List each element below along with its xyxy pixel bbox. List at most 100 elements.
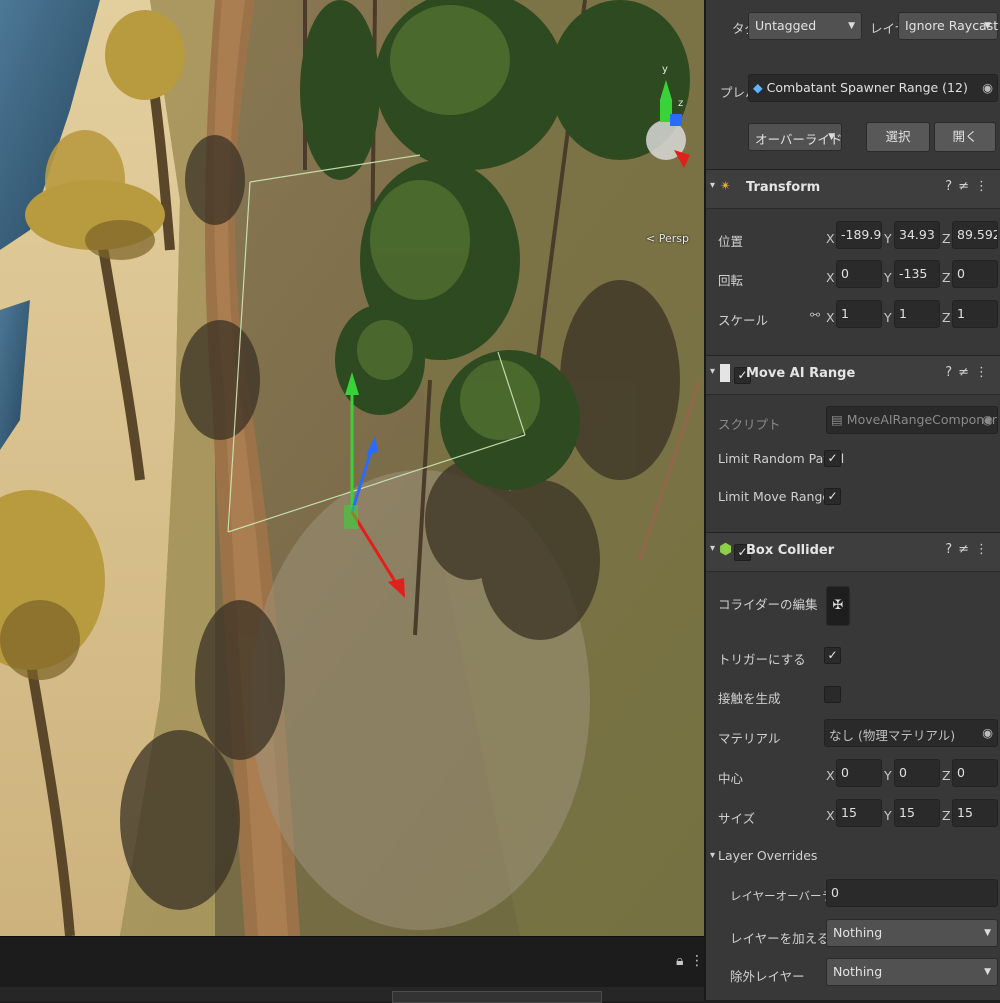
rotation-x-field[interactable]: 0	[836, 260, 882, 288]
scale-x-axis[interactable]: X	[826, 310, 835, 325]
tag-dropdown[interactable]: Untagged ▼	[748, 12, 862, 40]
scale-z-axis[interactable]: Z	[942, 310, 951, 325]
constrain-proportions-icon[interactable]: ⚯	[810, 308, 820, 322]
position-z-field[interactable]: 89.59234	[952, 221, 998, 249]
position-z-axis[interactable]: Z	[942, 231, 951, 246]
rotation-y-field[interactable]: -135	[894, 260, 940, 288]
size-label: サイズ	[718, 811, 756, 826]
is-trigger-label: トリガーにする	[718, 652, 806, 667]
exclude-layers-value: Nothing	[833, 964, 883, 979]
script-icon	[720, 364, 730, 382]
material-field[interactable]: なし (物理マテリアル) ◉	[824, 719, 998, 747]
layer-dropdown[interactable]: Ignore Raycast ▼	[898, 12, 998, 40]
script-label: スクリプト	[718, 417, 781, 432]
is-trigger-checkbox[interactable]: ✓	[824, 647, 841, 664]
move-ai-range-title: Move AI Range	[746, 366, 856, 381]
center-y-field[interactable]: 0	[894, 759, 940, 787]
chevron-down-icon: ▼	[848, 21, 855, 31]
material-label: マテリアル	[718, 731, 781, 746]
scale-x-field[interactable]: 1	[836, 300, 882, 328]
position-y-field[interactable]: 34.93	[894, 221, 940, 249]
position-x-field[interactable]: -189.9919	[836, 221, 882, 249]
scale-y-field[interactable]: 1	[894, 300, 940, 328]
transform-header[interactable]: ▾ ✴ Transform ?≠⋮	[706, 169, 1000, 209]
rotation-x-axis[interactable]: X	[826, 270, 835, 285]
position-label: 位置	[718, 234, 744, 249]
center-x-field[interactable]: 0	[836, 759, 882, 787]
scene-view[interactable]: y z < Persp	[0, 0, 704, 936]
material-value: なし (物理マテリアル)	[829, 728, 956, 743]
expand-arrow-icon[interactable]: ▾	[710, 543, 715, 554]
box-collider-header[interactable]: ▾ ⬢ ✓ Box Collider ?≠⋮	[706, 532, 1000, 572]
script-file-icon: ▤	[831, 412, 843, 427]
bottom-panel-header: 🔒︎ ⋮	[0, 936, 704, 1003]
select-button[interactable]: 選択	[866, 122, 930, 152]
inspector-panel: タグ Untagged ▼ レイヤー Ignore Raycast ▼ プレハブ…	[704, 0, 1000, 1000]
include-layers-value: Nothing	[833, 925, 883, 940]
center-label: 中心	[718, 771, 744, 786]
box-collider-icon: ⬢	[719, 540, 733, 558]
exclude-layers-label: 除外レイヤー	[730, 969, 805, 984]
position-x-axis[interactable]: X	[826, 231, 835, 246]
provides-contacts-checkbox[interactable]	[824, 686, 841, 703]
size-x-field[interactable]: 15	[836, 799, 882, 827]
edit-collider-icon: ✠	[832, 598, 844, 613]
center-x-axis[interactable]: X	[826, 768, 835, 783]
size-x-axis[interactable]: X	[826, 808, 835, 823]
center-y-axis[interactable]: Y	[884, 768, 892, 783]
object-picker-icon: ◉	[982, 412, 993, 427]
component-header-icons[interactable]: ?≠⋮	[945, 179, 994, 194]
box-collider-title: Box Collider	[746, 543, 835, 558]
center-z-axis[interactable]: Z	[942, 768, 951, 783]
size-z-axis[interactable]: Z	[942, 808, 951, 823]
component-header-icons[interactable]: ?≠⋮	[945, 365, 994, 380]
center-z-field[interactable]: 0	[952, 759, 998, 787]
scene-render[interactable]: y z	[0, 0, 704, 936]
transform-icon: ✴	[720, 179, 731, 194]
include-layers-dropdown[interactable]: Nothing ▼	[826, 919, 998, 947]
open-button[interactable]: 開く	[934, 122, 996, 152]
object-picker-icon[interactable]: ◉	[982, 725, 993, 740]
tag-value: Untagged	[755, 18, 817, 33]
rotation-label: 回転	[718, 273, 744, 288]
script-field: ▤ MoveAIRangeComponent ◉	[826, 406, 998, 434]
provides-contacts-label: 接触を生成	[718, 691, 781, 706]
move-ai-range-header[interactable]: ▾ ✓ Move AI Range ?≠⋮	[706, 355, 1000, 395]
chevron-down-icon: ▼	[984, 928, 991, 938]
expand-arrow-icon[interactable]: ▾	[710, 366, 715, 377]
rotation-z-axis[interactable]: Z	[942, 270, 951, 285]
search-field-partial[interactable]	[392, 991, 602, 1003]
expand-arrow-icon[interactable]: ▾	[710, 850, 715, 861]
layer-override-priority-field[interactable]: 0	[826, 879, 998, 907]
size-z-field[interactable]: 15	[952, 799, 998, 827]
rotation-y-axis[interactable]: Y	[884, 270, 892, 285]
scale-z-field[interactable]: 1	[952, 300, 998, 328]
lock-icon[interactable]: 🔒︎	[676, 953, 683, 969]
component-header-icons[interactable]: ?≠⋮	[945, 542, 994, 557]
size-y-field[interactable]: 15	[894, 799, 940, 827]
expand-arrow-icon[interactable]: ▾	[710, 180, 715, 191]
more-icon[interactable]: ⋮	[690, 953, 704, 969]
rotation-z-field[interactable]: 0	[952, 260, 998, 288]
limit-random-patrol-checkbox[interactable]: ✓	[824, 450, 841, 467]
object-picker-icon[interactable]: ◉	[982, 80, 993, 95]
overrides-dropdown[interactable]: オーバーライド ▼	[748, 123, 842, 151]
script-value: MoveAIRangeComponent	[846, 412, 998, 427]
chevron-down-icon: ▼	[984, 967, 991, 977]
limit-move-range-checkbox[interactable]: ✓	[824, 488, 841, 505]
persp-label[interactable]: < Persp	[646, 232, 689, 245]
size-y-axis[interactable]: Y	[884, 808, 892, 823]
layer-overrides-foldout[interactable]: Layer Overrides	[718, 848, 817, 863]
edit-collider-label: コライダーの編集	[718, 597, 818, 612]
transform-title: Transform	[746, 180, 821, 195]
include-layers-label: レイヤーを加える	[730, 931, 830, 946]
chevron-down-icon: ▼	[984, 21, 991, 31]
prefab-icon: ◆	[753, 80, 763, 95]
edit-collider-button[interactable]: ✠	[826, 586, 850, 626]
prefab-field[interactable]: ◆ Combatant Spawner Range (12) ◉	[748, 74, 998, 102]
position-y-axis[interactable]: Y	[884, 231, 892, 246]
exclude-layers-dropdown[interactable]: Nothing ▼	[826, 958, 998, 986]
prefab-value: Combatant Spawner Range (12)	[766, 80, 968, 95]
scale-y-axis[interactable]: Y	[884, 310, 892, 325]
svg-text:z: z	[678, 98, 683, 109]
